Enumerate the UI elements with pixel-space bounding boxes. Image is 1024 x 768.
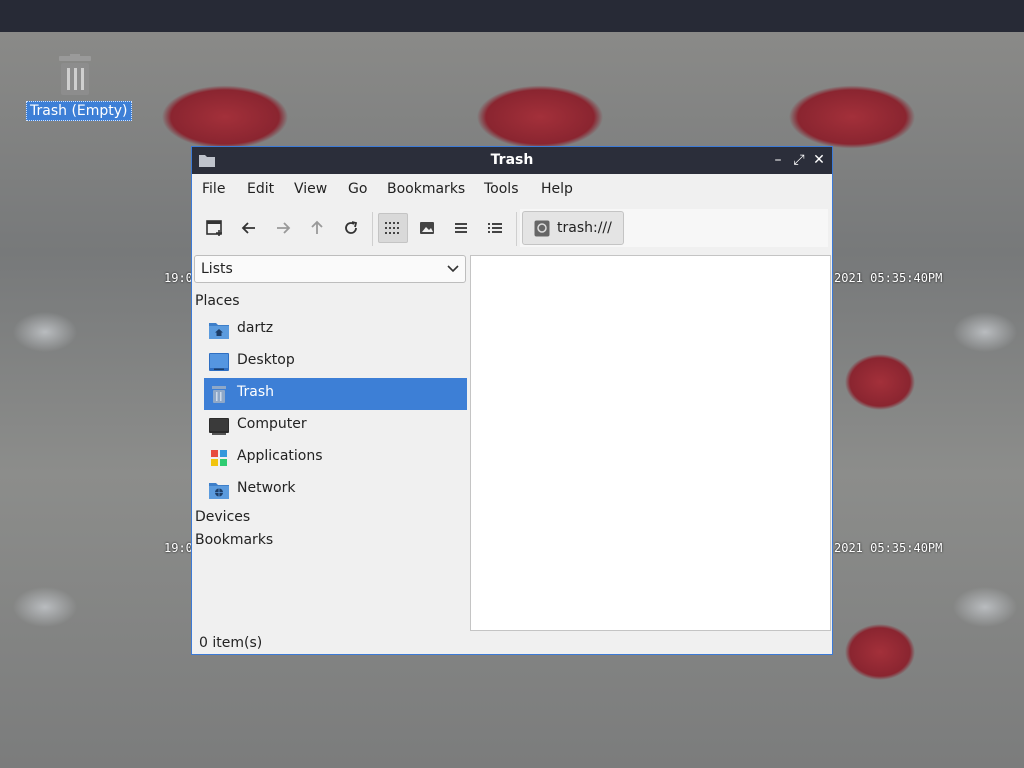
sidebar-item-desktop[interactable]: Desktop [204,346,467,378]
menu-file[interactable]: File [202,181,225,197]
path-button-trash[interactable]: trash:/// [522,211,624,245]
minimize-button[interactable]: – [768,150,788,170]
sidebar-item-label: Network [237,480,296,496]
reload-button[interactable] [336,213,366,243]
image-icon [420,222,434,234]
trash-icon [212,386,226,403]
toolbar-separator [372,212,373,246]
forward-button[interactable] [268,213,298,243]
close-button[interactable]: ✕ [809,150,829,170]
wallpaper-timestamp: 2021 05:35:40PM [834,541,943,555]
computer-icon [209,418,229,435]
arrow-right-icon [277,222,291,234]
path-text: trash:/// [557,220,612,236]
maximize-button[interactable]: ⤢ [789,150,809,170]
sidebar-item-label: Desktop [237,352,295,368]
menu-go[interactable]: Go [348,181,367,197]
menu-bar: File Edit View Go Bookmarks Tools Help [192,175,832,205]
sidebar-item-label: Computer [237,416,307,432]
wallpaper-timestamp: 19:0 [164,271,193,285]
reload-icon [345,221,358,234]
desktop-icon [209,353,229,371]
sidebar-item-label: dartz [237,320,274,336]
sidebar-item-applications[interactable]: Applications [204,442,467,474]
sidebar-item-network[interactable]: Network [204,474,467,506]
menu-tools[interactable]: Tools [484,181,519,197]
wallpaper-timestamp: 19:0 [164,541,193,555]
desktop-trash-label: Trash (Empty) [26,101,132,121]
sidebar-item-trash[interactable]: Trash [204,378,467,410]
trash-location-icon [534,220,550,237]
sidebar-item-computer[interactable]: Computer [204,410,467,442]
chevron-down-icon [447,265,459,273]
list-detail-icon [488,223,502,233]
new-tab-button[interactable] [200,213,230,243]
up-button[interactable] [302,213,332,243]
sidebar-item-label: Trash [237,384,274,400]
sidebar-mode-value: Lists [201,261,233,277]
detailed-list-view-button[interactable] [480,213,510,243]
top-panel [0,0,1024,32]
back-button[interactable] [234,213,264,243]
trash-icon [59,54,91,95]
menu-view[interactable]: View [294,181,327,197]
window-title: Trash [490,152,534,168]
compact-view-button[interactable] [446,213,476,243]
icon-grid-icon [385,222,399,234]
places-heading: Places [195,293,240,309]
file-list-area[interactable] [470,255,831,631]
devices-heading[interactable]: Devices [195,509,250,525]
applications-icon [211,450,227,466]
arrow-left-icon [241,222,255,234]
sidebar-item-label: Applications [237,448,323,464]
file-manager-window: Trash – ⤢ ✕ File Edit View Go Bookmarks … [191,146,833,655]
sidebar-mode-select[interactable]: Lists [194,255,466,283]
toolbar: trash:/// [192,209,832,249]
icon-view-button[interactable] [378,213,408,243]
menu-help[interactable]: Help [541,181,573,197]
toolbar-separator [516,212,517,246]
list-compact-icon [455,223,467,233]
network-icon [209,483,229,499]
menu-bookmarks[interactable]: Bookmarks [387,181,465,197]
arrow-up-icon [311,220,323,234]
menu-edit[interactable]: Edit [247,181,274,197]
wallpaper-timestamp: 2021 05:35:40PM [834,271,943,285]
bookmarks-heading[interactable]: Bookmarks [195,532,273,548]
title-bar[interactable]: Trash – ⤢ ✕ [192,147,832,174]
new-tab-icon [206,220,222,236]
thumbnail-view-button[interactable] [412,213,442,243]
home-folder-icon [209,323,229,339]
status-bar: 0 item(s) [199,635,263,651]
sidebar-item-dartz[interactable]: dartz [204,314,467,346]
